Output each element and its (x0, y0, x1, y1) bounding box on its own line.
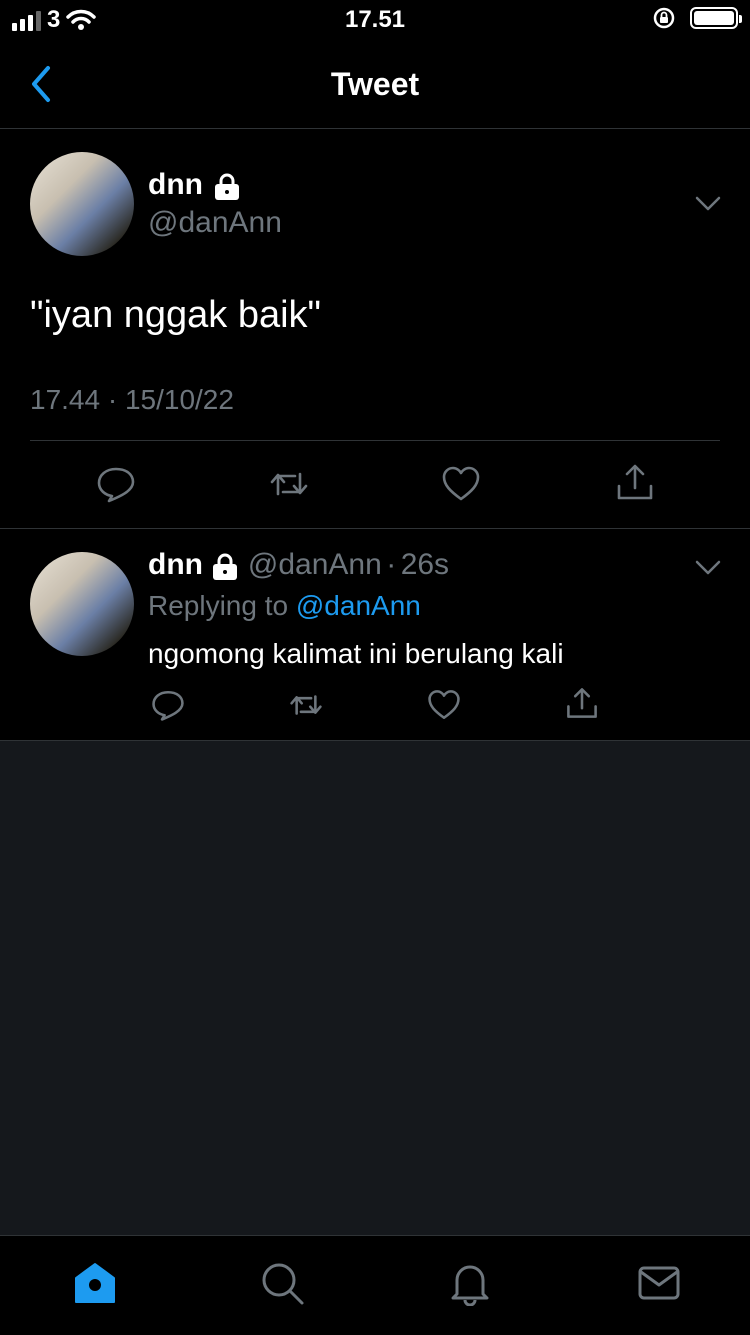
notifications-icon[interactable] (447, 1260, 493, 1306)
avatar[interactable] (30, 552, 134, 656)
like-icon[interactable] (441, 464, 481, 504)
chevron-down-icon[interactable] (695, 196, 721, 212)
search-icon[interactable] (259, 1260, 305, 1306)
replying-to-prefix: Replying to (148, 590, 296, 621)
status-bar: 3 17.51 (0, 0, 750, 42)
nav-bar: Tweet (0, 42, 750, 129)
chevron-down-icon[interactable] (695, 560, 721, 576)
replying-to: Replying to @danAnn (148, 590, 421, 622)
like-icon[interactable] (427, 688, 461, 722)
lock-icon (215, 173, 240, 200)
reply-author-handle[interactable]: @danAnn (248, 548, 382, 581)
page-title: Tweet (330, 66, 420, 102)
divider (30, 440, 720, 441)
home-icon[interactable] (72, 1260, 118, 1306)
separator-dot: · (386, 548, 397, 581)
divider (0, 528, 750, 529)
status-right (652, 6, 742, 30)
reply-time-ago: 26s (400, 548, 450, 581)
share-icon[interactable] (615, 462, 655, 502)
reply-author-name[interactable]: dnn (148, 548, 203, 581)
retweet-icon[interactable] (269, 464, 309, 504)
share-icon[interactable] (565, 686, 599, 720)
author-name-row[interactable]: dnn (148, 168, 241, 202)
author-name: dnn (148, 168, 203, 201)
empty-content-area (0, 741, 750, 1235)
messages-icon[interactable] (636, 1260, 682, 1306)
rotation-lock-icon (653, 7, 675, 29)
lock-icon (213, 553, 238, 580)
tweet-timestamp: 17.44 · 15/10/22 (30, 384, 234, 415)
reply-header: dnn @danAnn · 26s (148, 548, 449, 582)
retweet-icon[interactable] (289, 688, 323, 722)
avatar[interactable] (30, 152, 134, 256)
tab-bar (0, 1235, 750, 1335)
battery-icon (690, 7, 742, 29)
reply-text: ngomong kalimat ini berulang kali (148, 638, 564, 669)
tweet-text: "iyan nggak baik" (30, 294, 322, 336)
status-time: 17.51 (344, 6, 406, 33)
reply-icon[interactable] (151, 688, 185, 722)
author-handle[interactable]: @danAnn (148, 206, 282, 240)
replying-to-handle[interactable]: @danAnn (296, 590, 421, 621)
reply-icon[interactable] (96, 464, 136, 504)
